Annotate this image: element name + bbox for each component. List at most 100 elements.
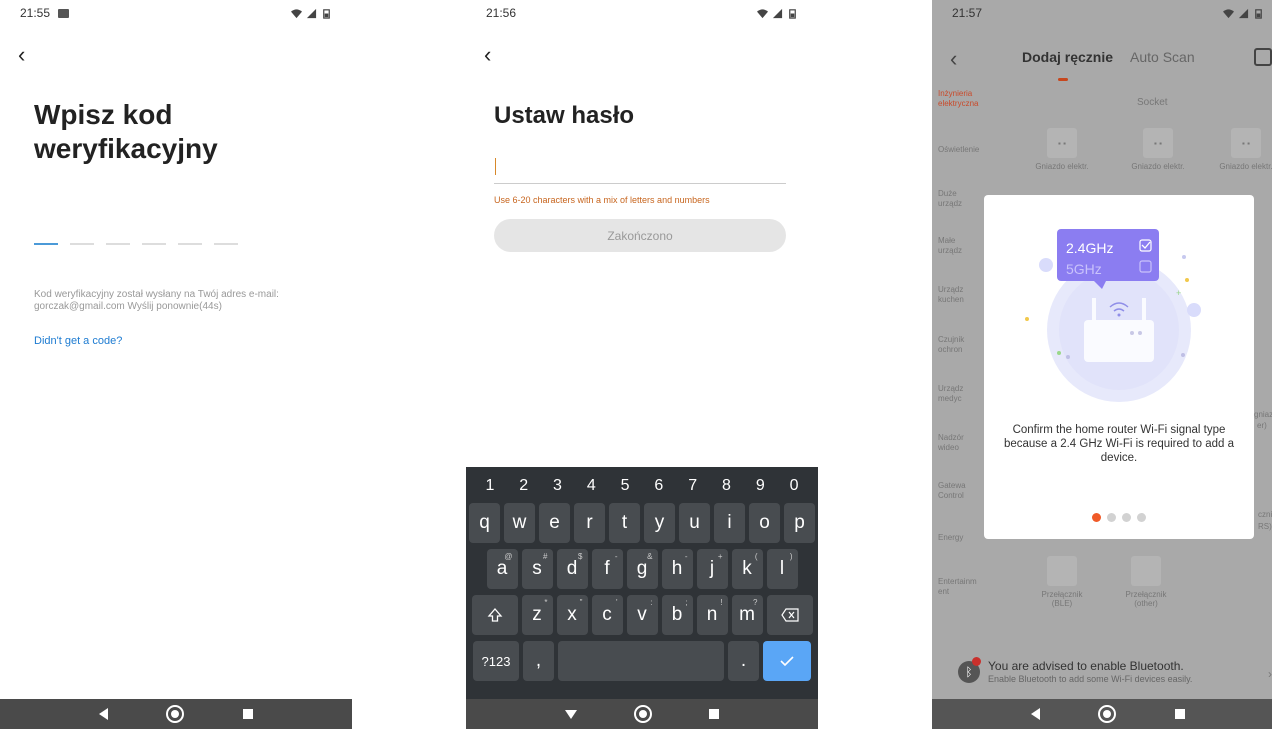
key-label: z (532, 604, 542, 625)
nav-home-icon[interactable] (1098, 705, 1117, 723)
key-v[interactable]: v: (626, 595, 658, 635)
category-item[interactable]: Entertainm ent (938, 577, 980, 597)
code-slot[interactable] (214, 243, 238, 245)
tab-auto-scan[interactable]: Auto Scan (1130, 49, 1195, 65)
done-button[interactable]: Zakończono (494, 219, 786, 252)
key-1[interactable]: 1 (475, 473, 505, 499)
category-item[interactable]: Duże urządz (938, 189, 978, 209)
backspace-icon (780, 608, 799, 622)
band-option-24: 2.4GHz (1066, 240, 1114, 256)
scan-icon[interactable] (1254, 48, 1272, 66)
key-8[interactable]: 8 (711, 473, 741, 499)
key-7[interactable]: 7 (678, 473, 708, 499)
category-item[interactable]: Czujnik ochron (938, 335, 978, 355)
key-o[interactable]: o (749, 503, 780, 543)
key-r[interactable]: r (574, 503, 605, 543)
key-n[interactable]: n! (696, 595, 728, 635)
bluetooth-banner[interactable]: ᛒ You are advised to enable Bluetooth. E… (932, 641, 1272, 699)
category-item[interactable]: Urządz kuchen (938, 285, 978, 305)
code-slot[interactable] (34, 243, 58, 245)
password-input[interactable] (494, 154, 786, 184)
key-j[interactable]: j + (696, 549, 728, 589)
device-item[interactable]: ▪ ▪ Gniazdo elektr. (1128, 128, 1188, 171)
key-k[interactable]: k( (731, 549, 763, 589)
code-slot[interactable] (70, 243, 94, 245)
category-item[interactable]: Energy (938, 533, 963, 543)
device-item[interactable]: Przełącznik (BLE) (1032, 556, 1092, 608)
device-item[interactable]: ▪ ▪ Gniazdo elektr. (1032, 128, 1092, 171)
period-key[interactable]: . (728, 641, 759, 681)
bluetooth-title: You are advised to enable Bluetooth. (988, 659, 1184, 673)
page-dot[interactable] (1122, 513, 1131, 522)
device-item[interactable]: ▪ ▪ Gniazdo elektr. (1216, 128, 1272, 171)
key-4[interactable]: 4 (576, 473, 606, 499)
wifi-info-dialog[interactable]: + 2.4GHz 5GHz Confirm the home router Wi… (984, 195, 1254, 539)
back-button[interactable]: ‹ (950, 46, 957, 72)
enter-key[interactable] (763, 641, 811, 681)
key-5[interactable]: 5 (610, 473, 640, 499)
key-3[interactable]: 3 (542, 473, 572, 499)
wifi-icon (291, 8, 302, 18)
key-h[interactable]: h- (661, 549, 693, 589)
key-y[interactable]: y (644, 503, 675, 543)
key-d[interactable]: d $ (556, 549, 588, 589)
page-dot[interactable] (1107, 513, 1116, 522)
category-item[interactable]: Oświetlenie (938, 145, 979, 155)
key-a[interactable]: a @ (486, 549, 518, 589)
device-item[interactable]: Przełącznik (other) (1116, 556, 1176, 608)
password-hint: Use 6-20 characters with a mix of letter… (494, 195, 710, 205)
nav-back-icon[interactable] (99, 708, 109, 720)
comma-key[interactable]: , (523, 641, 554, 681)
nav-back-icon[interactable] (1031, 708, 1041, 720)
key-x[interactable]: x " (556, 595, 588, 635)
category-item[interactable]: Urządz medyc (938, 384, 978, 404)
page-dot[interactable] (1137, 513, 1146, 522)
key-w[interactable]: w (504, 503, 535, 543)
tab-manual[interactable]: Dodaj ręcznie (1022, 49, 1113, 65)
page-dot[interactable] (1092, 513, 1101, 522)
key-i[interactable]: i (714, 503, 745, 543)
code-slot[interactable] (106, 243, 130, 245)
no-code-link[interactable]: Didn't get a code? (34, 335, 122, 347)
key-t[interactable]: t (609, 503, 640, 543)
backspace-key[interactable] (766, 595, 813, 635)
key-l[interactable]: l) (766, 549, 798, 589)
key-f[interactable]: f- (591, 549, 623, 589)
nav-recent-icon[interactable] (709, 709, 720, 719)
space-key[interactable] (558, 641, 724, 681)
code-slot[interactable] (142, 243, 166, 245)
nav-recent-icon[interactable] (242, 709, 253, 719)
key-c[interactable]: c ' (591, 595, 623, 635)
key-9[interactable]: 9 (745, 473, 775, 499)
key-g[interactable]: g & (626, 549, 658, 589)
back-button[interactable]: ‹ (18, 44, 25, 66)
key-alt-label: $ (578, 552, 583, 561)
category-item[interactable]: Nadzór wideo (938, 433, 978, 453)
section-header: Socket (1137, 97, 1168, 108)
key-s[interactable]: s # (521, 549, 553, 589)
key-6[interactable]: 6 (644, 473, 674, 499)
category-item[interactable]: Małe urządz (938, 236, 978, 256)
key-2[interactable]: 2 (509, 473, 539, 499)
back-button[interactable]: ‹ (484, 44, 491, 66)
category-item[interactable]: Inżynieria elektryczna (938, 89, 986, 109)
key-m[interactable]: m? (731, 595, 763, 635)
key-p[interactable]: p (784, 503, 815, 543)
code-slot[interactable] (178, 243, 202, 245)
key-b[interactable]: b; (661, 595, 693, 635)
symbols-key[interactable]: ?123 (473, 641, 519, 681)
key-u[interactable]: u (679, 503, 710, 543)
nav-home-icon[interactable] (633, 705, 652, 723)
key-z[interactable]: z * (521, 595, 553, 635)
email-resend-line[interactable]: gorczak@gmail.com Wyślij ponownie(44s) (34, 301, 334, 313)
verification-code-input[interactable] (34, 243, 238, 245)
nav-home-icon[interactable] (166, 705, 185, 723)
category-item[interactable]: Gatewa Control (938, 481, 978, 501)
key-e[interactable]: e (539, 503, 570, 543)
shift-key[interactable] (471, 595, 518, 635)
key-alt-label: " (579, 598, 583, 607)
nav-hide-keyboard-icon[interactable] (564, 709, 577, 719)
key-q[interactable]: q (469, 503, 500, 543)
nav-recent-icon[interactable] (1174, 709, 1185, 719)
key-0[interactable]: 0 (779, 473, 809, 499)
